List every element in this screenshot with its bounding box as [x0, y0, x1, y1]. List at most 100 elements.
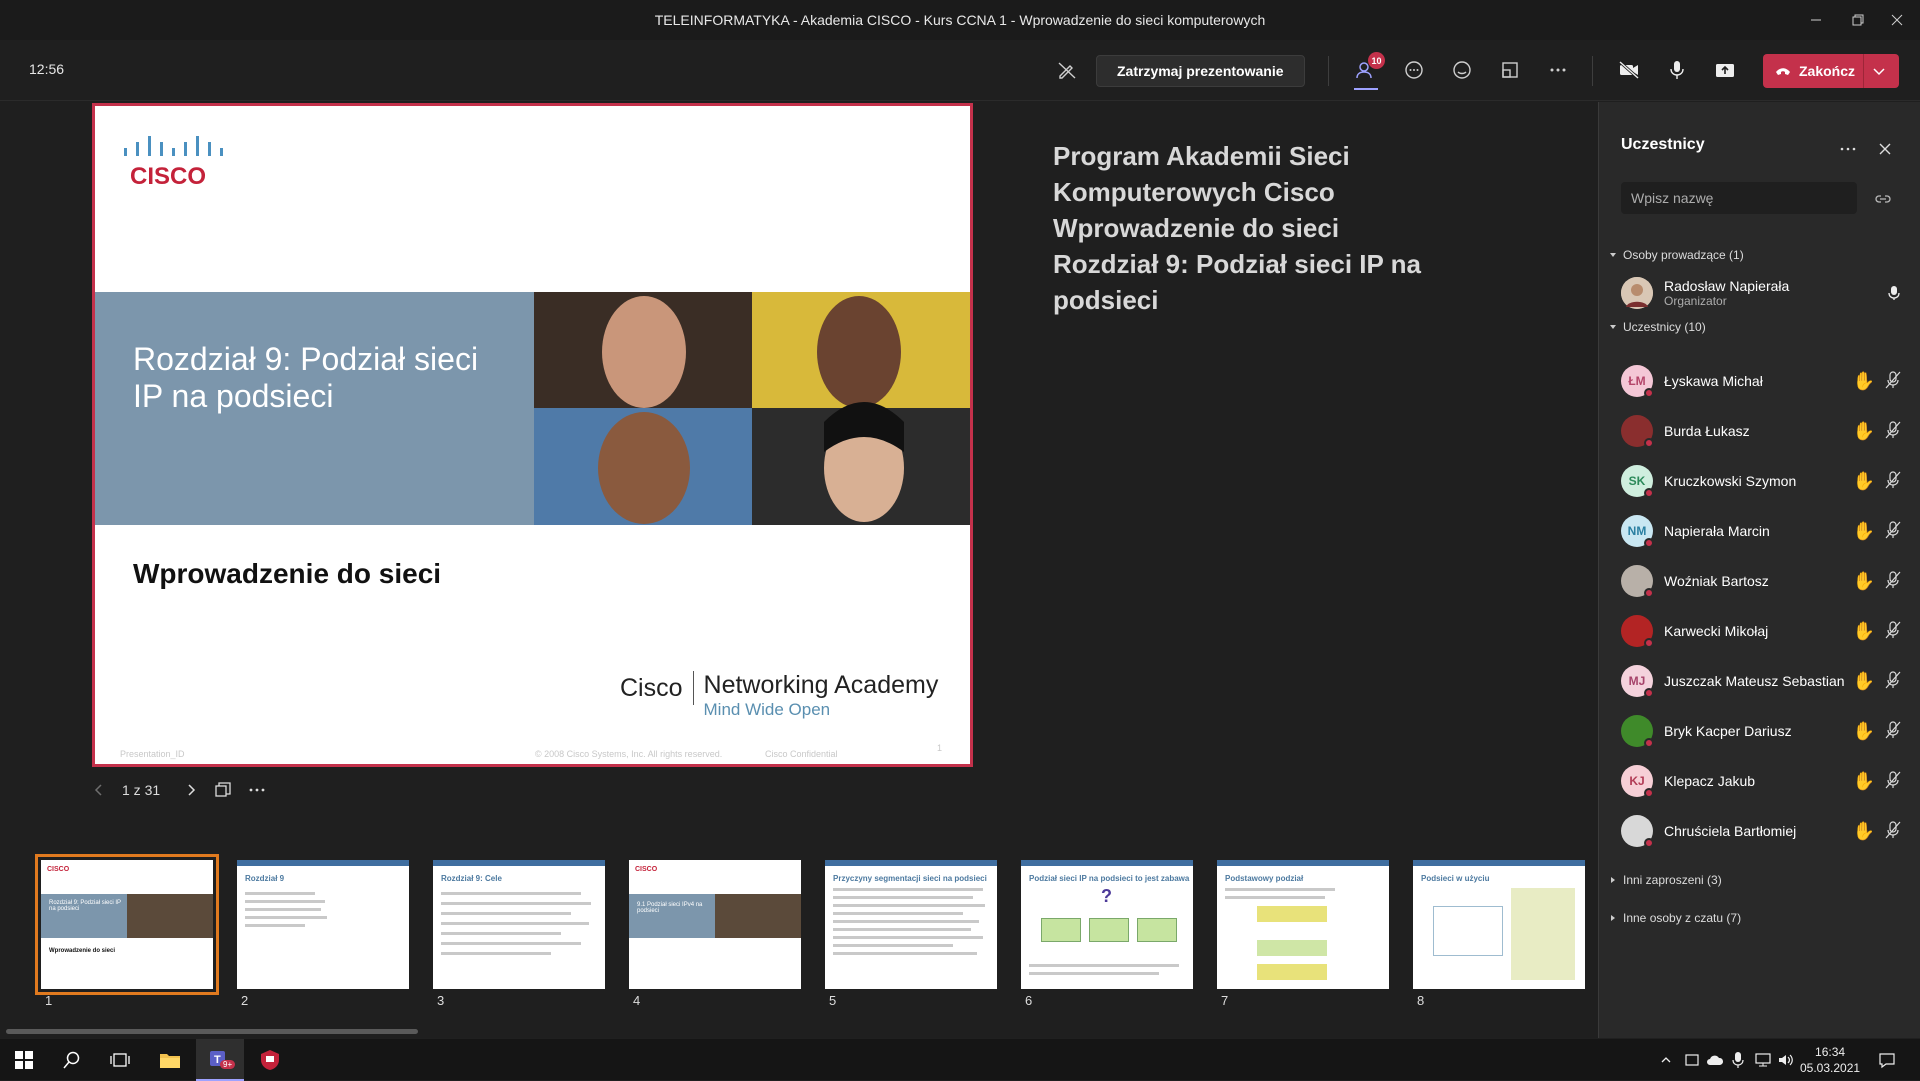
brand-tagline: Mind Wide Open [703, 700, 831, 719]
thumbnail-number: 7 [1221, 993, 1229, 1008]
microphone-tray-icon[interactable] [1731, 1051, 1745, 1069]
thumbnail-slide-3[interactable]: Rozdział 9: Cele [433, 860, 605, 989]
status-dot [1644, 838, 1654, 848]
file-explorer-button[interactable] [146, 1039, 194, 1081]
thumbnail-photo [715, 894, 801, 938]
thumbnail-slide-1[interactable]: CISCO Rozdział 9: Podział sieci IP na po… [35, 854, 219, 995]
participants-panel: Uczestnicy Osoby prowadzące (1) Radosław… [1598, 102, 1920, 1038]
onedrive-icon[interactable] [1706, 1052, 1724, 1068]
panel-more-icon[interactable] [1839, 140, 1857, 158]
minimize-button[interactable] [1793, 0, 1839, 40]
section-label: Uczestnicy (10) [1623, 320, 1706, 334]
microphone-button[interactable] [1661, 54, 1693, 86]
stop-pointer-button[interactable] [1051, 54, 1083, 86]
camera-toggle-button[interactable] [1613, 54, 1645, 86]
end-call-divider [1863, 54, 1864, 88]
previous-slide-button[interactable] [92, 783, 106, 797]
slide-sorter-icon[interactable] [214, 781, 232, 799]
security-tray-icon[interactable] [1684, 1052, 1700, 1068]
chevron-up-icon[interactable] [1660, 1054, 1672, 1066]
close-panel-icon[interactable] [1877, 141, 1893, 157]
task-view-button[interactable] [96, 1039, 144, 1081]
thumbnail-line [245, 900, 325, 903]
thumbnail-number: 8 [1417, 993, 1425, 1008]
notifications-icon[interactable] [1878, 1051, 1896, 1069]
thumbnail-slide-7[interactable]: Podstawowy podział [1217, 860, 1389, 989]
close-window-button[interactable] [1874, 0, 1920, 40]
microphone-muted-icon [1885, 821, 1901, 839]
stop-presenting-button[interactable]: Zatrzymaj prezentowanie [1096, 55, 1305, 87]
presenters-section-header[interactable]: Osoby prowadzące (1) [1609, 248, 1744, 262]
meeting-timer: 12:56 [29, 61, 65, 77]
participants-button[interactable]: 10 [1350, 52, 1385, 90]
thumbnail-scrollbar[interactable] [6, 1029, 418, 1034]
participant-row[interactable]: Woźniak Bartosz ✋ [1621, 561, 1911, 601]
participant-row[interactable]: Chruściela Bartłomiej ✋ [1621, 811, 1911, 851]
thumbnail-slide-6[interactable]: Podział sieci IP na podsieci to jest zab… [1021, 860, 1193, 989]
thumbnail-line [1029, 972, 1159, 975]
share-invite-link-icon[interactable] [1874, 190, 1892, 208]
slide-footer-id: Presentation_ID [120, 749, 185, 759]
status-dot [1644, 538, 1654, 548]
thumbnail-header-bar [1413, 860, 1585, 866]
raised-hand-icon: ✋ [1852, 721, 1875, 741]
chat-button[interactable] [1398, 54, 1430, 86]
invited-section-header[interactable]: Inni zaproszeni (3) [1609, 873, 1722, 887]
participant-row[interactable]: KJ Klepacz Jakub ✋ [1621, 761, 1911, 801]
participant-row[interactable]: Radosław Napierała Organizator [1621, 273, 1911, 313]
teams-taskbar-button[interactable]: T 9+ [196, 1039, 244, 1081]
thumbnail-line [833, 944, 953, 947]
slide-pager: 1 z 31 [92, 778, 266, 802]
thumbnail-line [441, 902, 591, 905]
thumbnail-header-bar [237, 860, 409, 866]
next-slide-button[interactable] [184, 783, 198, 797]
thumbnail-slide-8[interactable]: Podsieci w użyciu [1413, 860, 1585, 989]
thumbnail-slide-4[interactable]: CISCO 9.1 Podział sieci IPv4 na podsieci [629, 860, 801, 989]
raised-hand-icon: ✋ [1852, 421, 1875, 441]
cisco-logo: CISCO [124, 136, 223, 190]
volume-icon[interactable] [1777, 1052, 1795, 1068]
participant-row[interactable]: Burda Łukasz ✋ [1621, 411, 1911, 451]
status-dot [1644, 488, 1654, 498]
participant-row[interactable]: ŁM Łyskawa Michał ✋ [1621, 361, 1911, 401]
clock-time: 16:34 [1815, 1045, 1846, 1059]
share-screen-button[interactable] [1709, 54, 1741, 86]
chevron-down-icon[interactable] [1871, 63, 1887, 79]
participant-row[interactable]: Bryk Kacper Dariusz ✋ [1621, 711, 1911, 751]
thumbnail-line [833, 920, 979, 923]
slide-footer-copyright: © 2008 Cisco Systems, Inc. All rights re… [535, 749, 723, 759]
attendees-section-header[interactable]: Uczestnicy (10) [1609, 320, 1706, 334]
status-dot [1644, 438, 1654, 448]
section-label: Osoby prowadzące (1) [1623, 248, 1744, 262]
participant-row[interactable]: Karwecki Mikołaj ✋ [1621, 611, 1911, 651]
pen-off-icon [1058, 62, 1076, 79]
participant-search-input[interactable] [1621, 182, 1857, 214]
thumbnail-slide-5[interactable]: Przyczyny segmentacji sieci na podsieci [825, 860, 997, 989]
search-button[interactable] [48, 1039, 96, 1081]
more-actions-button[interactable] [1542, 54, 1574, 86]
rooms-button[interactable] [1494, 54, 1526, 86]
thumbnail-slide-2[interactable]: Rozdział 9 [237, 860, 409, 989]
microphone-muted-icon [1885, 371, 1901, 389]
raised-hand-icon: ✋ [1852, 821, 1875, 841]
thumbnail-number: 4 [633, 993, 641, 1008]
end-call-button[interactable]: Zakończ [1763, 54, 1899, 88]
participant-row[interactable]: NM Napierała Marcin ✋ [1621, 511, 1911, 551]
chat-others-section-header[interactable]: Inne osoby z czatu (7) [1609, 911, 1741, 925]
thumbnail-line [833, 952, 977, 955]
avatar [1621, 415, 1654, 448]
start-button[interactable] [0, 1039, 48, 1081]
more-options-icon[interactable] [248, 781, 266, 799]
avatar-initials: KJ [1629, 774, 1645, 788]
thumbnail-title: Podsieci w użyciu [1421, 874, 1490, 883]
network-icon[interactable] [1754, 1052, 1772, 1068]
taskbar-clock[interactable]: 16:34 05.03.2021 [1800, 1044, 1860, 1076]
notes-line: Komputerowych Cisco [1053, 177, 1335, 207]
app-taskbar-button[interactable] [246, 1039, 294, 1081]
thumbnail-title: 9.1 Podział sieci IPv4 na podsieci [637, 902, 703, 914]
slide-footer-confidential: Cisco Confidential [765, 749, 838, 759]
participant-row[interactable]: MJ Juszczak Mateusz Sebastian ✋ [1621, 661, 1911, 701]
close-icon [1891, 14, 1903, 26]
reactions-button[interactable] [1446, 54, 1478, 86]
participant-row[interactable]: SK Kruczkowski Szymon ✋ [1621, 461, 1911, 501]
